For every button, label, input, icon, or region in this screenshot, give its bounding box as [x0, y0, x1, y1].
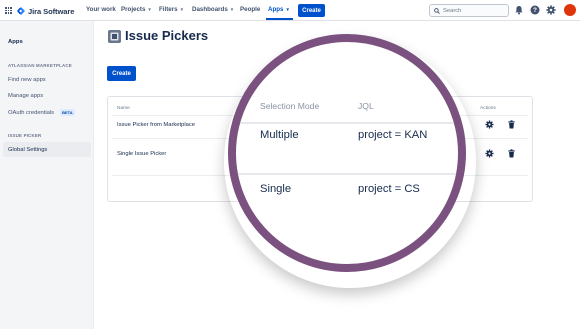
table-divider [236, 173, 458, 175]
beta-badge: BETA [60, 109, 75, 116]
jql-value: project = CS [358, 183, 420, 195]
jira-logo[interactable]: Jira Software [17, 5, 75, 17]
nav-people[interactable]: People [240, 6, 260, 13]
sidebar-item-global-settings[interactable]: Global Settings [8, 147, 47, 153]
search-input[interactable]: Search [429, 4, 509, 17]
sidebar-item-find-new-apps[interactable]: Find new apps [8, 77, 46, 83]
sidebar-item-label: Find new apps [8, 77, 46, 83]
top-create-button[interactable]: Create [298, 4, 325, 17]
create-button[interactable]: Create [107, 66, 136, 81]
selection-mode-value: Multiple [260, 129, 299, 141]
nav-label: People [240, 6, 261, 13]
nav-your-work[interactable]: Your work [86, 6, 116, 13]
sidebar-section-issue-picker: ISSUE PICKER [8, 133, 42, 138]
column-header-actions: Actions [480, 106, 496, 111]
sidebar-item-oauth-credentials[interactable]: OAuth credentials BETA [8, 109, 75, 116]
nav-label: Dashboards [192, 6, 228, 13]
table-row-name[interactable]: Single Issue Picker [117, 151, 166, 157]
trash-icon[interactable] [507, 149, 516, 158]
nav-apps[interactable]: Apps ▼ [268, 6, 290, 13]
search-icon [434, 7, 440, 14]
product-name: Jira Software [28, 6, 75, 16]
sidebar-item-label: OAuth credentials [8, 109, 55, 116]
chevron-down-icon: ▼ [179, 7, 185, 12]
top-navigation: Jira Software Your work Projects ▼ Filte… [0, 0, 580, 21]
sidebar-heading: Apps [8, 39, 23, 45]
chevron-down-icon: ▼ [147, 7, 152, 12]
jira-mark-icon [17, 7, 25, 15]
avatar[interactable] [564, 4, 576, 16]
sidebar-item-label: Manage apps [8, 93, 44, 99]
settings-icon[interactable] [485, 149, 494, 158]
table-row-name[interactable]: Issue Picker from Marketplace [117, 122, 195, 128]
nav-filters[interactable]: Filters ▼ [159, 6, 184, 13]
help-icon[interactable]: ? [530, 5, 540, 15]
nav-dashboards[interactable]: Dashboards ▼ [192, 6, 234, 13]
magnifier-lens: Selection Mode JQL Multiple project = KA… [228, 34, 466, 272]
column-header-name: Name [117, 106, 130, 111]
nav-label: Filters [159, 6, 178, 13]
chevron-down-icon: ▼ [229, 7, 235, 12]
notification-icon[interactable] [514, 5, 524, 15]
chevron-down-icon: ▼ [285, 7, 290, 12]
column-header-jql: JQL [358, 101, 374, 111]
sidebar-item-label: Global Settings [8, 147, 48, 153]
active-nav-indicator [266, 18, 293, 20]
nav-label: Apps [268, 6, 284, 13]
selection-mode-value: Single [260, 183, 292, 195]
svg-text:?: ? [533, 7, 537, 14]
jql-value: project = KAN [358, 129, 428, 141]
settings-icon[interactable] [485, 120, 494, 129]
app-switcher-icon[interactable] [5, 7, 12, 14]
nav-projects[interactable]: Projects ▼ [121, 6, 152, 13]
table-divider [236, 122, 458, 124]
nav-label: Your work [86, 6, 116, 13]
search-placeholder: Search [443, 7, 462, 14]
sidebar-item-manage-apps[interactable]: Manage apps [8, 93, 43, 99]
issue-picker-app-icon [108, 30, 121, 43]
page-title: Issue Pickers [125, 28, 209, 43]
settings-icon[interactable] [546, 5, 556, 15]
trash-icon[interactable] [507, 120, 516, 129]
sidebar-section-marketplace: ATLASSIAN MARKETPLACE [8, 63, 72, 68]
sidebar: Apps ATLASSIAN MARKETPLACE Find new apps… [0, 21, 94, 329]
nav-label: Projects [121, 6, 146, 13]
column-header-selection-mode: Selection Mode [260, 101, 320, 111]
